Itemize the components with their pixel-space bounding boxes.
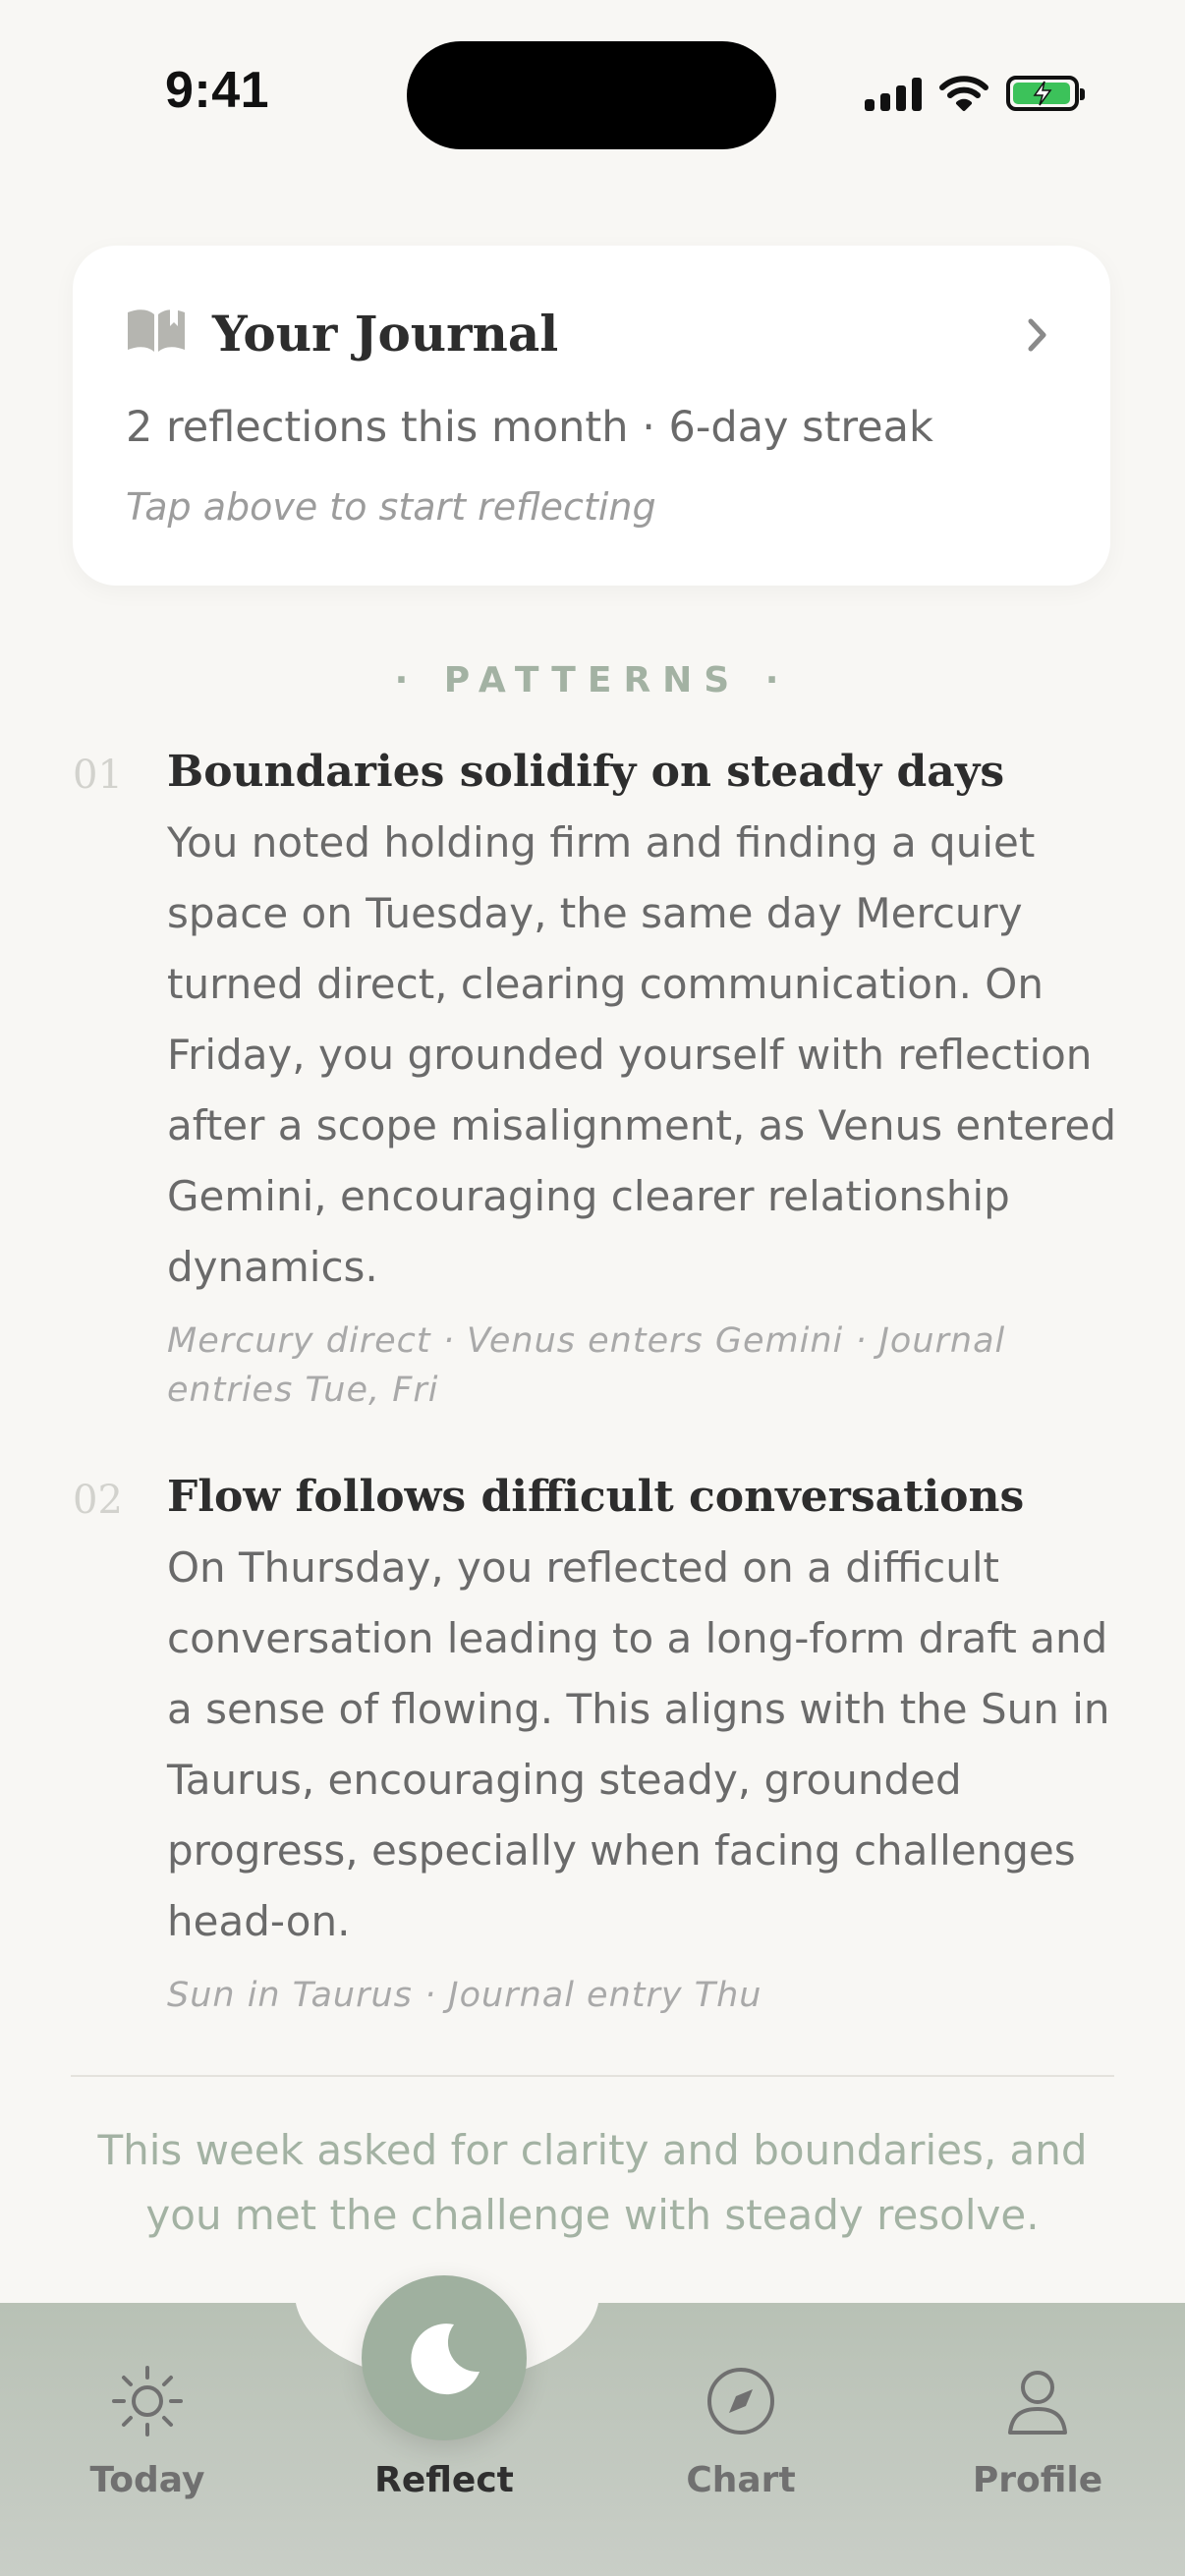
- pattern-text: On Thursday, you reflected on a difficul…: [167, 1543, 1110, 1945]
- status-icons: [865, 75, 1085, 112]
- tab-label: Chart: [686, 2460, 796, 2500]
- pattern-meta: Mercury direct · Venus enters Gemini · J…: [167, 1321, 1006, 1410]
- journal-card[interactable]: Your Journal 2 reflections this month · …: [73, 246, 1110, 586]
- pattern-number: 02: [73, 1478, 123, 1523]
- dynamic-island: [407, 41, 776, 149]
- pattern-text: You noted holding firm and finding a qui…: [167, 818, 1117, 1291]
- status-time: 9:41: [165, 62, 270, 119]
- journal-title: Your Journal: [212, 305, 559, 363]
- reflect-button[interactable]: [362, 2275, 527, 2440]
- divider: [71, 2075, 1114, 2077]
- tab-chart[interactable]: Chart: [623, 2362, 859, 2500]
- tab-bar: Today Reflect Chart Profile: [0, 2293, 1185, 2576]
- tab-label: Reflect: [374, 2460, 514, 2500]
- wifi-icon: [939, 76, 988, 111]
- tab-label: Profile: [972, 2460, 1103, 2500]
- open-book-icon: [128, 309, 185, 352]
- pattern-number: 01: [73, 753, 123, 798]
- battery-icon: [1006, 76, 1085, 111]
- journal-hint: Tap above to start reflecting: [126, 485, 656, 529]
- cellular-signal-icon: [865, 76, 922, 111]
- tab-profile[interactable]: Profile: [920, 2362, 1156, 2500]
- person-icon: [1008, 2371, 1067, 2435]
- journal-stats: 2 reflections this month · 6-day streak: [126, 403, 933, 452]
- compass-icon: [707, 2368, 774, 2435]
- tab-label: Today: [89, 2460, 205, 2500]
- pattern-meta: Sun in Taurus · Journal entry Thu: [167, 1976, 762, 2015]
- tab-today[interactable]: Today: [29, 2362, 265, 2500]
- pattern-title: Boundaries solidify on steady days: [167, 747, 1005, 797]
- chevron-right-icon: [1028, 318, 1046, 352]
- pattern-title: Flow follows difficult conversations: [167, 1472, 1025, 1522]
- moon-icon: [411, 2324, 480, 2395]
- patterns-section-label: · PATTERNS ·: [394, 660, 791, 700]
- sun-icon: [112, 2366, 183, 2436]
- weekly-summary: This week asked for clarity and boundari…: [97, 2126, 1088, 2239]
